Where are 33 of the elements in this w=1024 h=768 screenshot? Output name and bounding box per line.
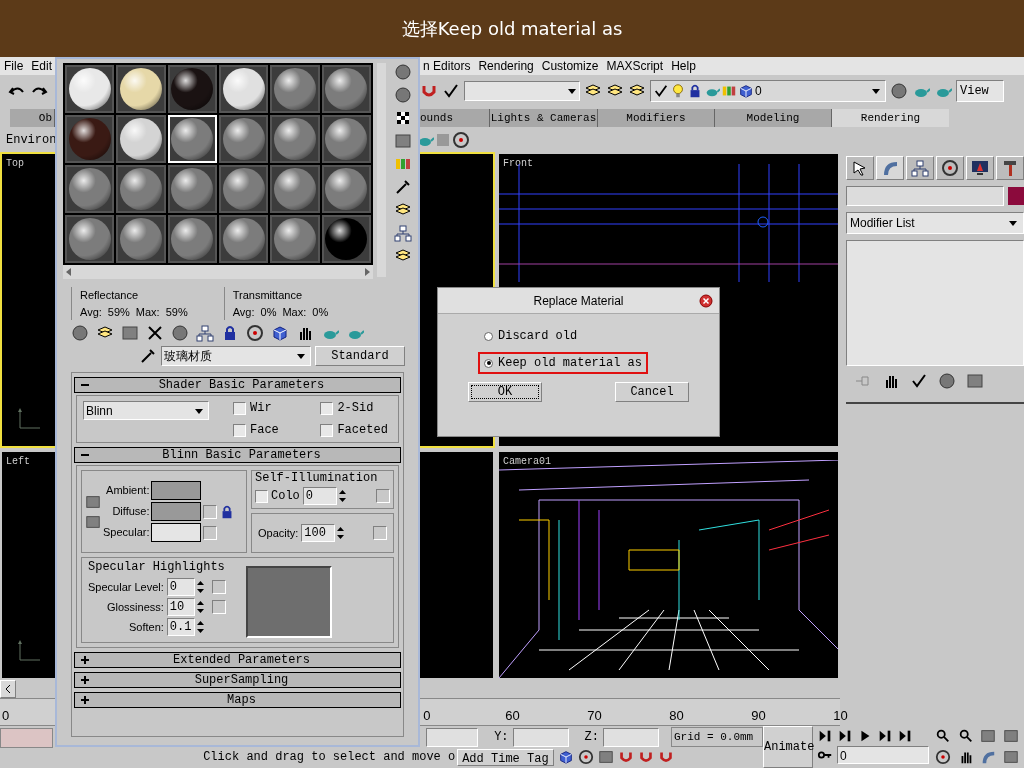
grid-readout: Grid = 0.0mm bbox=[671, 727, 763, 747]
tick-label: 10 bbox=[833, 706, 849, 725]
opacity-label: Opacity: bbox=[258, 525, 299, 541]
stat-title: Reflectance bbox=[80, 288, 140, 303]
tick-label: 60 bbox=[505, 706, 521, 725]
stat-value: 0% bbox=[312, 304, 329, 320]
parameter-label: Specular Level: bbox=[88, 579, 164, 595]
tick-label: 0 bbox=[423, 706, 432, 725]
stat-label: Max: bbox=[282, 304, 307, 320]
stat-title: Transmittance bbox=[232, 288, 303, 303]
color-label: Ambient: bbox=[106, 483, 150, 499]
parameter-label: Glossiness: bbox=[106, 599, 164, 615]
stat-label: Max: bbox=[135, 304, 160, 320]
stat-label: Avg: bbox=[80, 304, 102, 320]
group-title: Self-Illumination bbox=[255, 470, 379, 487]
color-label: Diffuse: bbox=[112, 504, 150, 520]
stat-value: 59% bbox=[107, 304, 130, 320]
status-prompt: Click and drag to select and move o bbox=[203, 749, 454, 766]
color-label: Specular: bbox=[103, 525, 150, 541]
stat-label: Avg: bbox=[232, 304, 255, 320]
dialog-title: Replace Material bbox=[533, 292, 624, 310]
tick-label: 80 bbox=[669, 706, 685, 725]
coordinate-label: Y: bbox=[494, 729, 509, 746]
tick-label: 0 bbox=[2, 706, 10, 725]
banner-title: 选择Keep old material as bbox=[401, 17, 623, 41]
group-title: Specular Highlights bbox=[88, 559, 226, 576]
tab-panel-label: Environ bbox=[6, 131, 57, 149]
parameter-label: Soften: bbox=[128, 619, 164, 635]
stat-value: 0% bbox=[260, 304, 277, 320]
tick-label: 70 bbox=[587, 706, 603, 725]
stat-value: 59% bbox=[165, 304, 188, 320]
coordinate-label: Z: bbox=[584, 729, 599, 746]
tick-label: 90 bbox=[751, 706, 767, 725]
